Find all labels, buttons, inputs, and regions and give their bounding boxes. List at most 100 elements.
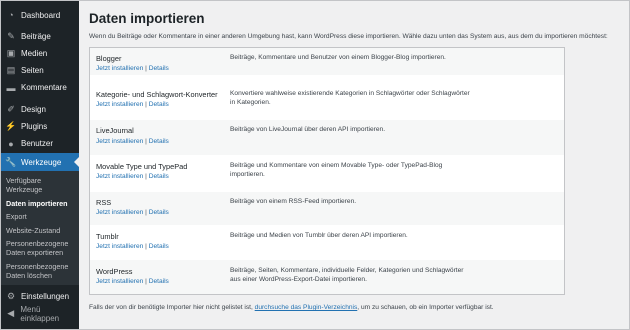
install-now-link[interactable]: Jetzt installieren: [96, 278, 143, 285]
importer-name: LiveJournal: [96, 126, 134, 135]
importer-row: Movable Type und TypePad Jetzt installie…: [90, 155, 564, 192]
importer-description: Konvertiere wahlweise existierende Kateg…: [230, 90, 558, 108]
intro-text: Wenn du Beiträge oder Kommentare in eine…: [89, 33, 608, 40]
importers-table: Blogger Jetzt installieren | Details Bei…: [89, 47, 565, 295]
menu-design[interactable]: ✐ Design: [1, 102, 79, 117]
importer-name: WordPress: [96, 267, 133, 276]
importer-description: Beiträge, Kommentare und Benutzer von ei…: [230, 54, 558, 63]
submenu-erase-personal-line1: Personenbezogene: [6, 262, 69, 271]
importer-name: RSS: [96, 198, 112, 207]
importer-name: Blogger: [96, 54, 122, 63]
importer-name: Movable Type und TypePad: [96, 162, 188, 171]
menu-posts-label: Beiträge: [21, 32, 51, 41]
menu-users-label: Benutzer: [21, 139, 54, 148]
menu-pages-label: Seiten: [21, 66, 44, 75]
details-link[interactable]: Details: [149, 101, 169, 108]
importer-row: WordPress Jetzt installieren | Details B…: [90, 260, 564, 294]
importer-description-line2: importieren.: [230, 170, 265, 178]
menu-dashboard-label: Dashboard: [21, 10, 61, 20]
menu-tools-label: Werkzeuge: [21, 157, 62, 167]
importer-description: Beiträge von einem RSS-Feed importieren.: [230, 198, 558, 207]
importer-description-line1: Beiträge von einem RSS-Feed importieren.: [230, 198, 357, 205]
link-separator: |: [145, 138, 147, 145]
submenu-available-tools[interactable]: Verfügbare Werkzeuge: [6, 176, 78, 194]
importer-row: RSS Jetzt installieren | Details Beiträg…: [90, 192, 564, 225]
menu-dashboard[interactable]: ◔ Dashboard: [1, 7, 79, 23]
importer-links: Jetzt installieren | Details: [96, 138, 169, 145]
tools-submenu: Verfügbare Werkzeuge Daten importieren E…: [1, 171, 79, 285]
importer-description-line1: Beiträge und Medien von Tumblr über dere…: [230, 232, 408, 239]
importer-row: Blogger Jetzt installieren | Details Bei…: [90, 48, 564, 75]
pages-icon: ▤: [6, 65, 16, 75]
details-link[interactable]: Details: [149, 278, 169, 285]
importer-description-line1: Beiträge, Kommentare und Benutzer von ei…: [230, 54, 446, 61]
brush-icon: ✐: [7, 104, 15, 114]
collapse-menu-button[interactable]: ◀ Menü einklappen: [1, 304, 79, 323]
menu-media[interactable]: ▣ Medien: [1, 46, 79, 61]
importer-description-line2: aus einer WordPress-Export-Datei importi…: [230, 275, 367, 283]
link-separator: |: [145, 209, 147, 216]
menu-settings[interactable]: ⚙ Einstellungen: [1, 289, 79, 304]
link-separator: |: [145, 101, 147, 108]
submenu-export-personal-data[interactable]: Personenbezogene Daten exportieren: [6, 239, 78, 257]
details-link[interactable]: Details: [149, 138, 169, 145]
install-now-link[interactable]: Jetzt installieren: [96, 243, 143, 250]
install-now-link[interactable]: Jetzt installieren: [96, 101, 143, 108]
submenu-export[interactable]: Export: [6, 212, 78, 221]
menu-settings-label: Einstellungen: [21, 292, 70, 301]
importer-name: Kategorie- und Schlagwort-Konverter: [96, 90, 218, 99]
install-now-link[interactable]: Jetzt installieren: [96, 138, 143, 145]
menu-users[interactable]: ● Benutzer: [1, 136, 79, 151]
install-now-link[interactable]: Jetzt installieren: [96, 65, 143, 72]
importer-links: Jetzt installieren | Details: [96, 101, 169, 108]
details-link[interactable]: Details: [149, 65, 169, 72]
plugin-directory-link[interactable]: durchsuche das Plugin-Verzeichnis: [255, 304, 358, 311]
importer-description: Beiträge und Kommentare von einem Movabl…: [230, 162, 558, 180]
submenu-erase-personal-data[interactable]: Personenbezogene Daten löschen: [6, 262, 78, 280]
submenu-export-personal-line1: Personenbezogene: [6, 239, 69, 248]
importer-row: LiveJournal Jetzt installieren | Details…: [90, 120, 564, 155]
submenu-erase-personal-line2: Daten löschen: [6, 271, 52, 280]
menu-pages[interactable]: ▤ Seiten: [1, 63, 79, 78]
submenu-available-line2: Werkzeuge: [6, 185, 43, 194]
collapse-icon: ◀: [7, 308, 15, 318]
wrench-icon: 🔧: [5, 156, 17, 167]
importer-description-line1: Konvertiere wahlweise existierende Kateg…: [230, 90, 470, 97]
user-icon: ●: [8, 138, 14, 149]
install-now-link[interactable]: Jetzt installieren: [96, 173, 143, 180]
collapse-menu-label: Menü einklappen: [20, 304, 60, 323]
menu-comments-label: Kommentare: [21, 83, 67, 92]
importer-description: Beiträge von LiveJournal über deren API …: [230, 126, 558, 135]
submenu-available-line1: Verfügbare: [6, 176, 42, 185]
menu-media-label: Medien: [21, 49, 48, 58]
details-link[interactable]: Details: [149, 209, 169, 216]
importer-row: Tumblr Jetzt installieren | Details Beit…: [90, 225, 564, 260]
main-content: Daten importieren Wenn du Beiträge oder …: [79, 1, 629, 329]
importer-links: Jetzt installieren | Details: [96, 209, 169, 216]
importer-description: Beiträge, Seiten, Kommentare, individuel…: [230, 267, 558, 285]
importer-name: Tumblr: [96, 232, 119, 241]
media-icon: ▣: [6, 48, 16, 58]
details-link[interactable]: Details: [149, 243, 169, 250]
footer-text-after: , um zu schauen, ob ein Importer verfügb…: [357, 304, 494, 311]
install-now-link[interactable]: Jetzt installieren: [96, 209, 143, 216]
menu-plugins-label: Plugins: [21, 122, 48, 131]
admin-sidebar: ◔ Dashboard ✎ Beiträge ▣ Medien ▤ Seiten…: [1, 1, 79, 329]
submenu-import[interactable]: Daten importieren: [6, 199, 78, 208]
menu-tools[interactable]: 🔧 Werkzeuge: [1, 153, 79, 171]
importer-description-line1: Beiträge, Seiten, Kommentare, individuel…: [230, 267, 464, 274]
menu-comments[interactable]: ▬ Kommentare: [1, 80, 79, 95]
importer-links: Jetzt installieren | Details: [96, 278, 169, 285]
importer-links: Jetzt installieren | Details: [96, 173, 169, 180]
comment-icon: ▬: [6, 82, 16, 93]
link-separator: |: [145, 65, 147, 72]
plugin-icon: ⚡: [5, 121, 17, 131]
details-link[interactable]: Details: [149, 173, 169, 180]
submenu-site-health[interactable]: Website-Zustand: [6, 226, 78, 235]
menu-posts[interactable]: ✎ Beiträge: [1, 29, 79, 44]
importer-description: Beiträge und Medien von Tumblr über dere…: [230, 232, 558, 241]
submenu-export-personal-line2: Daten exportieren: [6, 248, 64, 257]
importer-row: Kategorie- und Schlagwort-Konverter Jetz…: [90, 83, 564, 120]
footer-text-before: Falls der von dir benötigte Importer hie…: [89, 304, 255, 311]
menu-plugins[interactable]: ⚡ Plugins: [1, 119, 79, 134]
